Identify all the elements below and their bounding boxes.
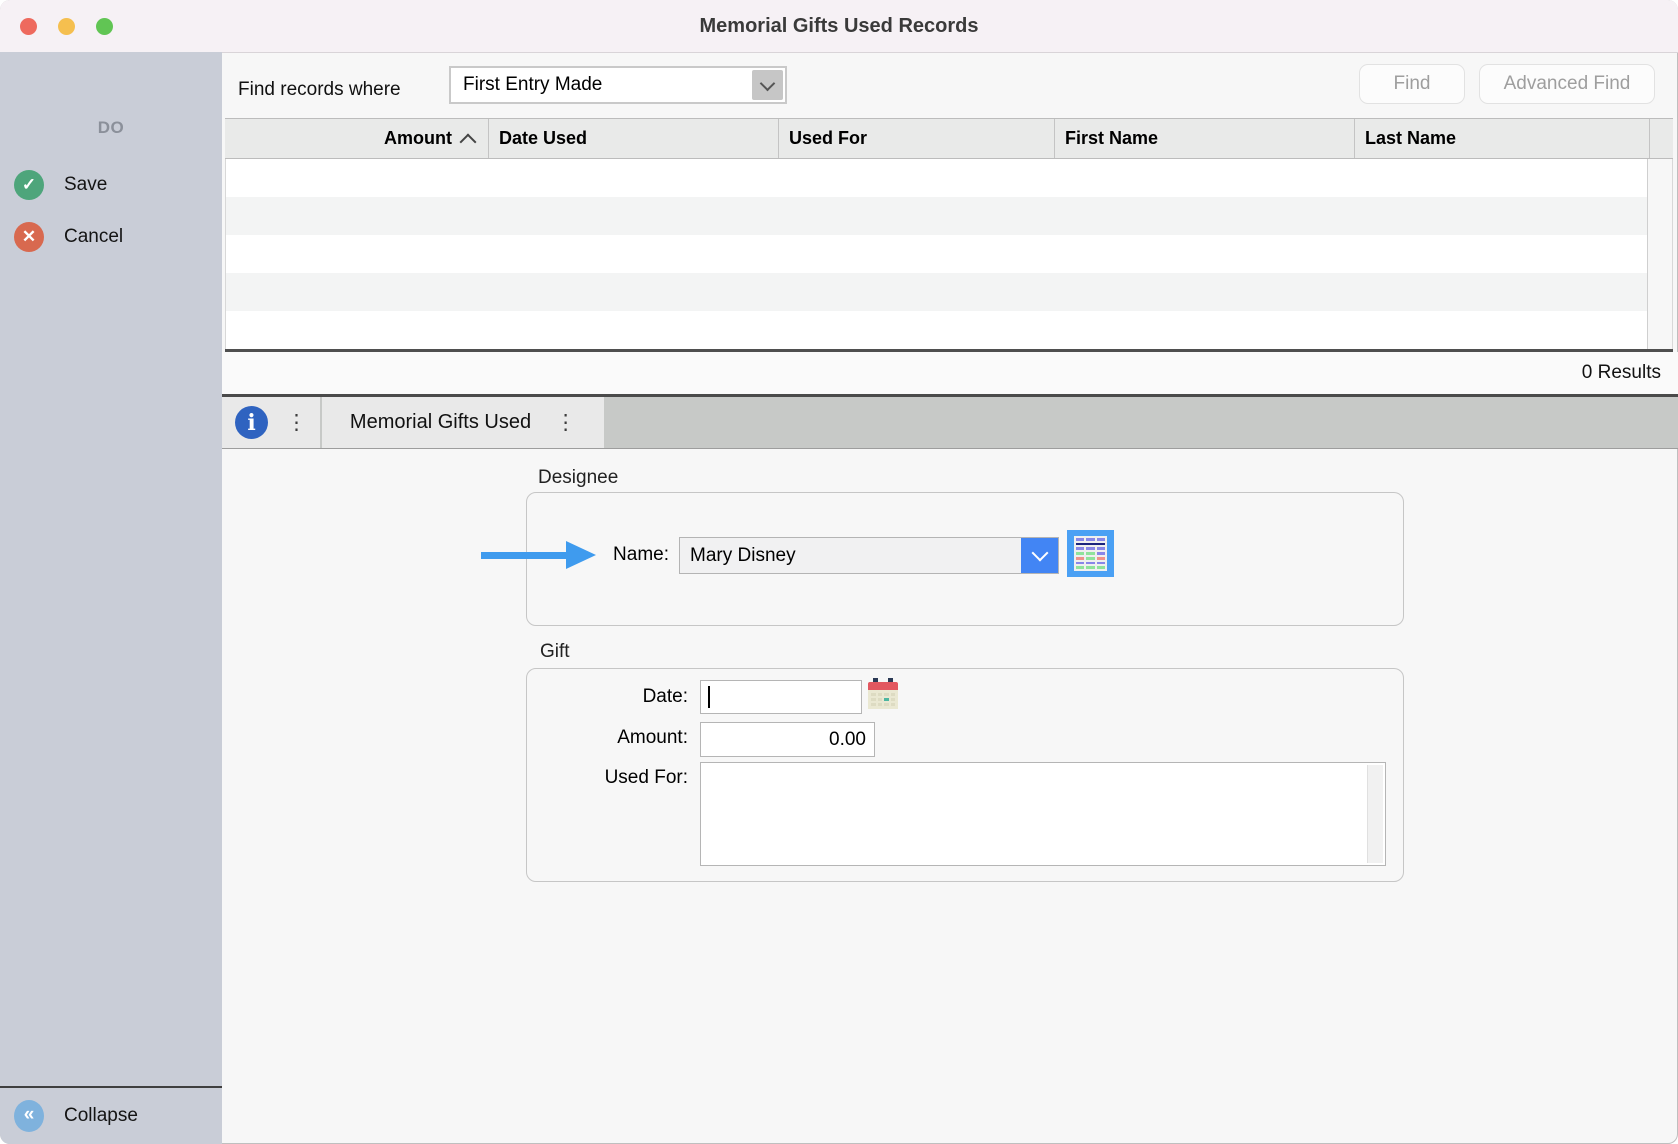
column-header-used-for[interactable]: Used For — [778, 119, 1054, 158]
date-input[interactable] — [700, 680, 862, 714]
collapse-button-label: Collapse — [64, 1105, 138, 1127]
collapse-chevrons-icon: « — [14, 1100, 44, 1132]
text-cursor — [708, 686, 710, 708]
results-table: Amount Date Used Used For First Name Las… — [225, 118, 1673, 352]
check-icon: ✓ — [14, 170, 44, 200]
advanced-find-button-label: Advanced Find — [1504, 73, 1631, 95]
tabbar: i ⋮ Memorial Gifts Used ⋮ — [222, 394, 1678, 449]
column-header-last-name-label: Last Name — [1365, 128, 1456, 149]
kebab-menu-icon[interactable]: ⋮ — [286, 412, 307, 433]
cancel-button[interactable]: ✕ Cancel — [14, 221, 123, 253]
used-for-textarea[interactable] — [700, 762, 1386, 866]
sidebar-divider — [0, 1086, 222, 1088]
tab-memorial-gifts-used[interactable]: Memorial Gifts Used ⋮ — [322, 397, 604, 448]
amount-field-label: Amount: — [480, 727, 688, 749]
table-scrollbar-divider — [1647, 159, 1648, 349]
date-field-label: Date: — [480, 686, 688, 708]
table-row — [226, 235, 1672, 273]
column-header-first-name[interactable]: First Name — [1054, 119, 1354, 158]
app-window: Memorial Gifts Used Records DO ✓ Save ✕ … — [0, 0, 1678, 1144]
advanced-find-button[interactable]: Advanced Find — [1479, 64, 1655, 104]
amount-input[interactable]: 0.00 — [700, 722, 875, 757]
find-button-label: Find — [1394, 73, 1431, 95]
amount-input-value: 0.00 — [829, 729, 866, 751]
sidebar-header: DO — [0, 118, 222, 138]
table-header-row: Amount Date Used Used For First Name Las… — [225, 118, 1673, 159]
column-header-amount-label: Amount — [384, 128, 452, 149]
chevron-down-icon — [1031, 545, 1048, 562]
name-dropdown-button[interactable] — [1021, 538, 1058, 573]
titlebar: Memorial Gifts Used Records — [0, 0, 1678, 53]
column-header-first-name-label: First Name — [1065, 128, 1158, 149]
column-header-gutter — [1649, 119, 1673, 158]
textarea-scrollbar-track[interactable] — [1367, 765, 1383, 863]
table-grid-icon — [1074, 536, 1107, 571]
sidebar: DO ✓ Save ✕ Cancel « Collapse — [0, 52, 222, 1144]
collapse-sidebar-button[interactable]: « Collapse — [14, 1098, 138, 1134]
sort-ascending-icon — [460, 133, 477, 150]
table-row — [226, 273, 1672, 311]
column-header-used-for-label: Used For — [789, 128, 867, 149]
designee-section-label: Designee — [538, 467, 618, 489]
used-for-field-label: Used For: — [480, 767, 688, 789]
table-row — [226, 197, 1672, 235]
results-count: 0 Results — [1582, 362, 1661, 384]
tab-info-segment: i ⋮ — [222, 397, 320, 448]
table-body — [225, 159, 1673, 349]
column-header-date-used[interactable]: Date Used — [488, 119, 778, 158]
window-title: Memorial Gifts Used Records — [0, 0, 1678, 52]
table-scrollbar-track[interactable] — [1648, 159, 1672, 349]
info-icon[interactable]: i — [235, 406, 268, 439]
find-records-where-label: Find records where — [238, 79, 401, 101]
name-field-label: Name: — [480, 544, 669, 566]
calendar-picker-button[interactable] — [868, 678, 898, 709]
tab-kebab-menu-icon[interactable]: ⋮ — [555, 412, 576, 433]
lookup-records-button[interactable] — [1067, 530, 1114, 577]
find-button[interactable]: Find — [1359, 64, 1465, 104]
gift-section-label: Gift — [540, 641, 570, 663]
table-row — [226, 311, 1672, 349]
name-combobox[interactable]: Mary Disney — [679, 537, 1059, 574]
find-field-select[interactable]: First Entry Made — [449, 66, 787, 104]
cancel-button-label: Cancel — [64, 226, 123, 248]
name-combobox-value: Mary Disney — [680, 545, 1021, 567]
table-row — [226, 159, 1672, 197]
column-header-date-used-label: Date Used — [499, 128, 587, 149]
x-icon: ✕ — [14, 222, 44, 252]
column-header-last-name[interactable]: Last Name — [1354, 119, 1649, 158]
save-button[interactable]: ✓ Save — [14, 169, 107, 201]
save-button-label: Save — [64, 174, 107, 196]
chevron-down-icon — [760, 75, 776, 91]
column-header-amount[interactable]: Amount — [225, 119, 488, 158]
results-bar: 0 Results — [222, 352, 1678, 394]
active-tab-label: Memorial Gifts Used — [350, 411, 531, 434]
select-dropdown-button[interactable] — [752, 70, 783, 100]
find-field-selected-value: First Entry Made — [451, 74, 752, 96]
